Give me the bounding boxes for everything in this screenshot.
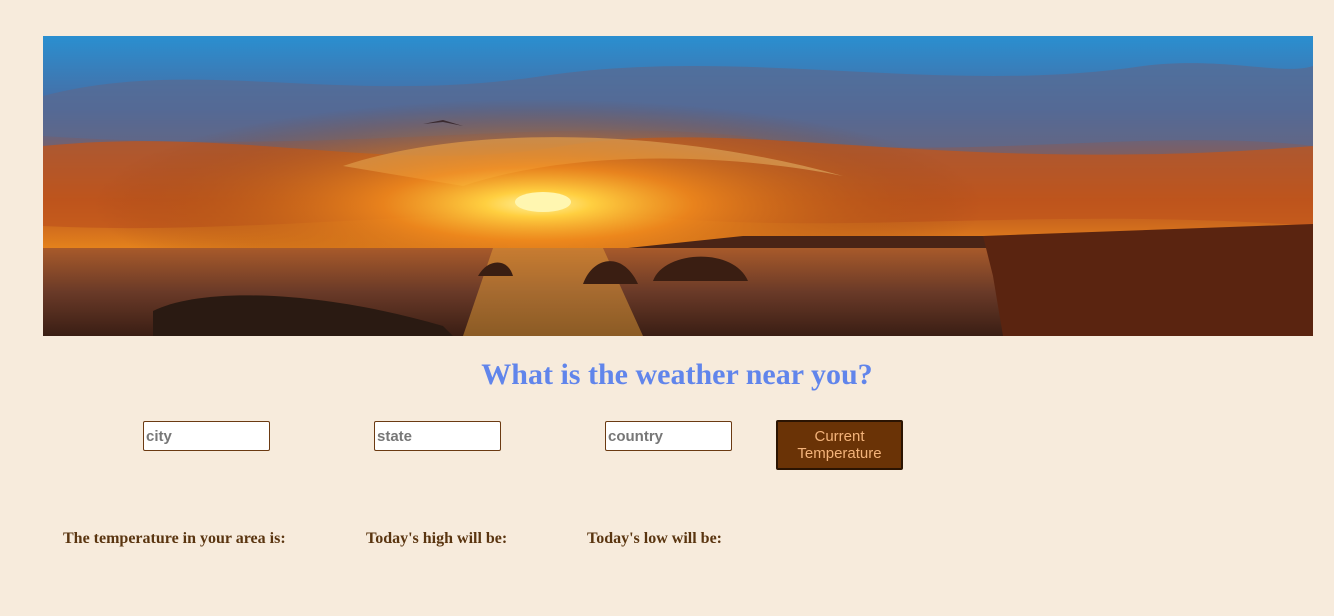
page-title: What is the weather near you? <box>481 358 873 391</box>
high-result-label: Today's high will be: <box>366 530 508 547</box>
country-input[interactable] <box>605 421 732 451</box>
temperature-result-label: The temperature in your area is: <box>63 530 286 547</box>
low-result-label: Today's low will be: <box>587 530 722 547</box>
state-input[interactable] <box>374 421 501 451</box>
sunset-banner-image <box>43 36 1313 336</box>
current-temperature-button[interactable]: Current Temperature <box>776 420 903 470</box>
city-input[interactable] <box>143 421 270 451</box>
